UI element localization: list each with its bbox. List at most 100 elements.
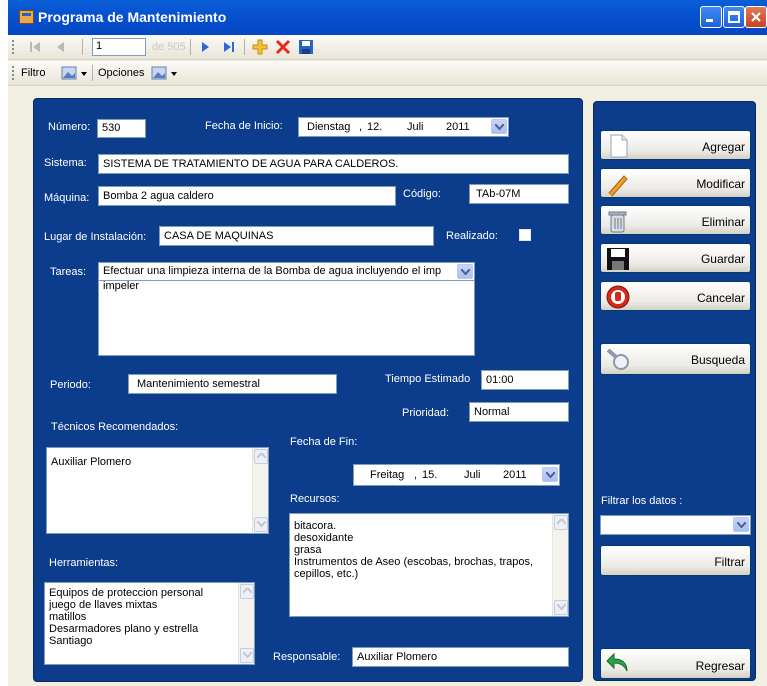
responsable-field[interactable]: Auxiliar Plomero xyxy=(352,647,569,667)
image-dropdown-icon[interactable] xyxy=(150,64,168,82)
options-menu-label[interactable]: Opciones xyxy=(98,67,144,79)
new-document-icon xyxy=(610,134,628,158)
move-first-icon[interactable] xyxy=(26,38,44,56)
scrollbar[interactable] xyxy=(552,514,568,616)
day-number: 15. xyxy=(422,469,438,481)
chevron-down-icon xyxy=(495,124,504,130)
toolbar-separator xyxy=(82,39,83,55)
tareas-dropdown-button[interactable] xyxy=(457,264,473,279)
fecha-inicio-picker[interactable]: Dienstag , 12. Juli 2011 xyxy=(298,117,509,137)
codigo-field[interactable]: TAb-07M xyxy=(469,184,569,204)
navigation-toolbar: 1 de 505 xyxy=(8,35,767,60)
responsable-label: Responsable: xyxy=(273,651,341,663)
guardar-button[interactable]: Guardar xyxy=(600,243,751,273)
numero-field[interactable]: 530 xyxy=(97,119,146,138)
month: Juli xyxy=(407,121,424,133)
list-item: desoxidante xyxy=(294,532,354,544)
sistema-label: Sistema: xyxy=(44,157,87,169)
day-name: Dienstag xyxy=(307,121,351,133)
eliminar-button[interactable]: Eliminar xyxy=(600,205,751,235)
recursos-label: Recursos: xyxy=(290,493,340,505)
sistema-field[interactable]: SISTEMA DE TRATAMIENTO DE AGUA PARA CALD… xyxy=(98,154,569,174)
fecha-fin-picker[interactable]: Freitag , 15. Juli 2011 xyxy=(353,464,560,486)
regresar-label: Regresar xyxy=(695,659,745,673)
move-next-icon[interactable] xyxy=(196,38,214,56)
maquina-field[interactable]: Bomba 2 agua caldero xyxy=(98,186,396,206)
toolbar-grip[interactable] xyxy=(12,40,14,54)
realizado-label: Realizado: xyxy=(446,230,498,242)
tecnicos-list[interactable]: Auxiliar Plomero xyxy=(46,447,269,534)
tareas-textarea[interactable]: impeler xyxy=(98,280,475,356)
herramientas-textarea[interactable]: Equipos de proteccion personal juego de … xyxy=(44,582,255,665)
modificar-label: Modificar xyxy=(696,177,745,191)
busqueda-label: Busqueda xyxy=(690,353,745,367)
scroll-down-button[interactable] xyxy=(240,648,254,663)
filtrar-button[interactable]: Filtrar xyxy=(600,545,751,576)
add-new-icon[interactable] xyxy=(251,38,269,56)
chevron-down-icon xyxy=(546,472,555,478)
fecha-inicio-dropdown-button[interactable] xyxy=(491,119,507,134)
tareas-select[interactable]: Efectuar una limpieza interna de la Bomb… xyxy=(98,262,475,281)
prioridad-field[interactable]: Normal xyxy=(469,402,569,422)
tareas-label: Tareas: xyxy=(50,266,87,278)
filter-menu-label[interactable]: Filtro xyxy=(21,67,45,79)
prioridad-label: Prioridad: xyxy=(402,407,450,419)
list-item: matillos xyxy=(49,611,87,623)
list-item: cepillos, etc.) xyxy=(294,568,359,580)
chevron-down-icon xyxy=(81,72,87,76)
list-item: bitacora. xyxy=(294,520,337,532)
toolbar-separator xyxy=(190,39,191,55)
periodo-field[interactable]: Mantenimiento semestral xyxy=(128,374,337,394)
year: 2011 xyxy=(446,121,470,133)
record-count: de 505 xyxy=(152,41,186,53)
chevron-down-icon xyxy=(461,269,470,275)
list-item[interactable]: Auxiliar Plomero xyxy=(51,456,264,468)
position-input[interactable]: 1 xyxy=(92,38,146,56)
codigo-label: Código: xyxy=(403,188,441,200)
scroll-up-button[interactable] xyxy=(554,515,568,530)
toolbar-grip[interactable] xyxy=(12,66,14,80)
periodo-label: Periodo: xyxy=(50,379,91,391)
lugar-field[interactable]: CASA DE MAQUINAS xyxy=(159,226,434,246)
chevron-up-icon xyxy=(557,519,566,525)
delete-icon[interactable] xyxy=(274,38,292,56)
minimize-button[interactable] xyxy=(700,6,722,28)
modificar-button[interactable]: Modificar xyxy=(600,168,751,198)
filtrar-dropdown-button[interactable] xyxy=(733,517,749,532)
move-last-icon[interactable] xyxy=(220,38,238,56)
tecnicos-label: Técnicos Recomendados: xyxy=(51,421,179,433)
chevron-down-icon xyxy=(557,604,566,610)
tiempo-estimado-field[interactable]: 01:00 xyxy=(481,370,569,390)
month: Juli xyxy=(464,469,481,481)
scrollbar[interactable] xyxy=(252,448,268,533)
maximize-button[interactable] xyxy=(723,6,745,28)
cancelar-button[interactable]: Cancelar xyxy=(600,281,751,311)
scroll-down-button[interactable] xyxy=(554,600,568,615)
fecha-fin-label: Fecha de Fin: xyxy=(290,436,358,448)
scroll-down-button[interactable] xyxy=(254,517,268,532)
busqueda-button[interactable]: Busqueda xyxy=(600,343,751,375)
app-icon xyxy=(19,10,34,24)
save-icon[interactable] xyxy=(297,38,315,56)
toolbar-separator xyxy=(244,39,245,55)
agregar-label: Agregar xyxy=(702,140,745,154)
filtrar-button-label: Filtrar xyxy=(714,555,745,569)
agregar-button[interactable]: Agregar xyxy=(600,130,751,160)
realizado-checkbox[interactable] xyxy=(519,229,531,241)
close-button[interactable] xyxy=(745,6,767,28)
recursos-textarea[interactable]: bitacora. desoxidante grasa Instrumentos… xyxy=(289,513,569,617)
fecha-fin-dropdown-button[interactable] xyxy=(542,467,558,482)
date-separator: , xyxy=(414,469,418,481)
scroll-up-button[interactable] xyxy=(254,449,268,464)
scrollbar[interactable] xyxy=(238,583,254,664)
chevron-down-icon xyxy=(171,72,177,76)
title-bar: Programa de Mantenimiento xyxy=(8,0,767,35)
move-previous-icon[interactable] xyxy=(52,38,70,56)
pencil-icon xyxy=(607,175,628,197)
regresar-button[interactable]: Regresar xyxy=(600,648,751,679)
scroll-up-button[interactable] xyxy=(240,584,254,599)
lugar-label: Lugar de Instalación: xyxy=(44,231,147,243)
image-dropdown-icon[interactable] xyxy=(60,64,78,82)
herramientas-label: Herramientas: xyxy=(49,557,119,569)
filtrar-select[interactable] xyxy=(600,515,751,535)
